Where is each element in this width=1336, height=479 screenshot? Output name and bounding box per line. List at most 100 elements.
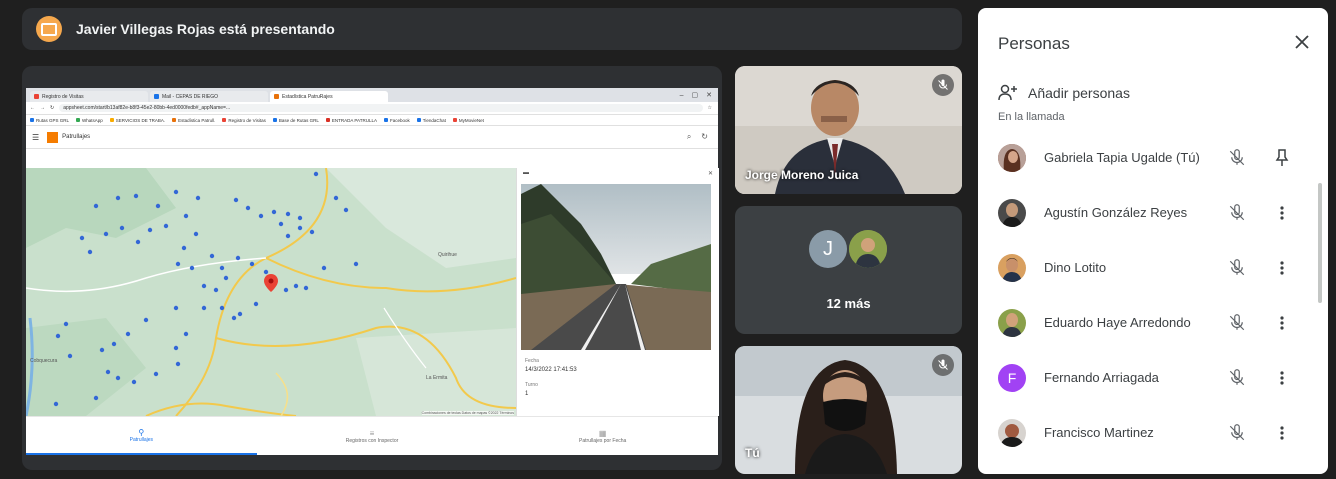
patrol-point[interactable] [135,239,141,245]
patrol-point[interactable] [201,283,207,289]
map-pin-icon[interactable] [264,274,278,292]
participant-row[interactable]: Dino Lotito [978,240,1328,295]
search-icon[interactable]: ⌕ [687,132,691,142]
patrol-point[interactable] [253,301,259,307]
patrol-point[interactable] [293,283,299,289]
pin-icon[interactable] [1273,148,1291,168]
star-icon[interactable]: ☆ [708,105,718,111]
participant-row[interactable]: Eduardo Haye Arredondo [978,295,1328,350]
patrol-point[interactable] [93,395,99,401]
reload-icon[interactable]: ↻ [50,105,54,111]
participant-row[interactable]: Agustín González Reyes [978,185,1328,240]
bookmark-item[interactable]: Registro de Visitas [222,118,266,123]
patrol-point[interactable] [131,379,137,385]
speaker-tile[interactable]: Jorge Moreno Juica [735,66,962,194]
back-icon[interactable]: ← [30,105,35,111]
bookmark-item[interactable]: Rutas GPS GRL [30,118,69,123]
patrol-point[interactable] [233,197,239,203]
patrol-point[interactable] [213,287,219,293]
add-people-button[interactable]: Añadir personas [998,84,1130,102]
participant-row[interactable]: F Fernando Arriagada [978,350,1328,405]
patrol-point[interactable] [209,253,215,259]
more-participants-tile[interactable]: J 12 más [735,206,962,334]
more-vert-icon[interactable] [1273,368,1291,388]
patrol-point[interactable] [201,305,207,311]
patrol-point[interactable] [333,195,339,201]
map-view[interactable]: Quirihue La Ermita Cobquecura Combinacio… [26,168,516,416]
participant-row[interactable]: Francisco Martinez [978,405,1328,460]
patrol-point[interactable] [55,333,61,339]
maximize-icon[interactable]: ▢ [692,91,699,99]
patrol-point[interactable] [175,361,181,367]
patrol-point[interactable] [258,213,264,219]
nav-registros[interactable]: ≡ Registros con Inspector [257,417,488,455]
more-vert-icon[interactable] [1273,258,1291,278]
participant-row[interactable]: Gabriela Tapia Ugalde (Tú) [978,130,1328,185]
patrol-point[interactable] [189,265,195,271]
patrol-point[interactable] [321,265,327,271]
patrol-point[interactable] [143,317,149,323]
patrol-point[interactable] [343,207,349,213]
patrol-point[interactable] [125,331,131,337]
self-tile[interactable]: Tú [735,346,962,474]
patrol-point[interactable] [87,249,93,255]
nav-patrullajes[interactable]: ⚲ Patrullajes [26,417,257,455]
patrol-point[interactable] [219,265,225,271]
panel-scrollbar[interactable] [1318,183,1322,303]
patrol-point[interactable] [133,193,139,199]
patrol-point[interactable] [313,171,319,177]
patrol-point[interactable] [93,203,99,209]
patrol-point[interactable] [173,345,179,351]
close-icon[interactable] [1290,30,1314,54]
bookmark-item[interactable]: SERVICIOS DE TRABA. [109,118,165,123]
patrol-point[interactable] [111,341,117,347]
patrol-point[interactable] [181,245,187,251]
patrol-point[interactable] [67,353,73,359]
patrol-point[interactable] [103,231,109,237]
patrol-point[interactable] [155,203,161,209]
patrol-point[interactable] [285,211,291,217]
patrol-point[interactable] [79,235,85,241]
patrol-point[interactable] [99,347,105,353]
patrol-point[interactable] [231,315,237,321]
more-vert-icon[interactable] [1273,313,1291,333]
patrol-point[interactable] [115,195,121,201]
patrol-point[interactable] [309,229,315,235]
refresh-icon[interactable]: ↻ [701,132,708,142]
patrol-point[interactable] [63,321,69,327]
menu-icon[interactable]: ☰ [32,133,39,142]
patrol-point[interactable] [285,233,291,239]
patrol-point[interactable] [237,311,243,317]
patrol-point[interactable] [297,215,303,221]
patrol-point[interactable] [115,375,121,381]
patrol-point[interactable] [173,189,179,195]
patrol-point[interactable] [195,195,201,201]
patrol-point[interactable] [147,227,153,233]
browser-tab[interactable]: Mail - CEPAS DE RIEGO [150,91,268,102]
patrol-point[interactable] [175,261,181,267]
more-vert-icon[interactable] [1273,203,1291,223]
patrol-point[interactable] [153,371,159,377]
bookmark-item[interactable]: Estadística Patrull. [172,118,215,123]
patrol-point[interactable] [105,369,111,375]
patrol-point[interactable] [249,261,255,267]
patrol-point[interactable] [183,331,189,337]
forward-icon[interactable]: → [40,105,45,111]
close-window-icon[interactable]: ✕ [706,91,712,99]
url-field[interactable]: appsheet.com/start/b13af82e-b8f3-45e2-80… [59,104,703,112]
bookmark-item[interactable]: Facebook [383,118,410,123]
patrol-point[interactable] [297,225,303,231]
bookmark-item[interactable]: MyMovieNet [452,118,484,123]
minimize-icon[interactable]: – [680,92,684,99]
patrol-point[interactable] [271,209,277,215]
patrol-point[interactable] [119,225,125,231]
patrol-point[interactable] [183,213,189,219]
patrol-point[interactable] [278,221,284,227]
bookmark-item[interactable]: ENTRADA PATRULLA [325,118,377,123]
patrol-point[interactable] [235,255,241,261]
patrol-point[interactable] [163,223,169,229]
more-vert-icon[interactable] [1273,423,1291,443]
patrol-point[interactable] [303,285,309,291]
patrol-point[interactable] [173,305,179,311]
patrol-point[interactable] [193,231,199,237]
